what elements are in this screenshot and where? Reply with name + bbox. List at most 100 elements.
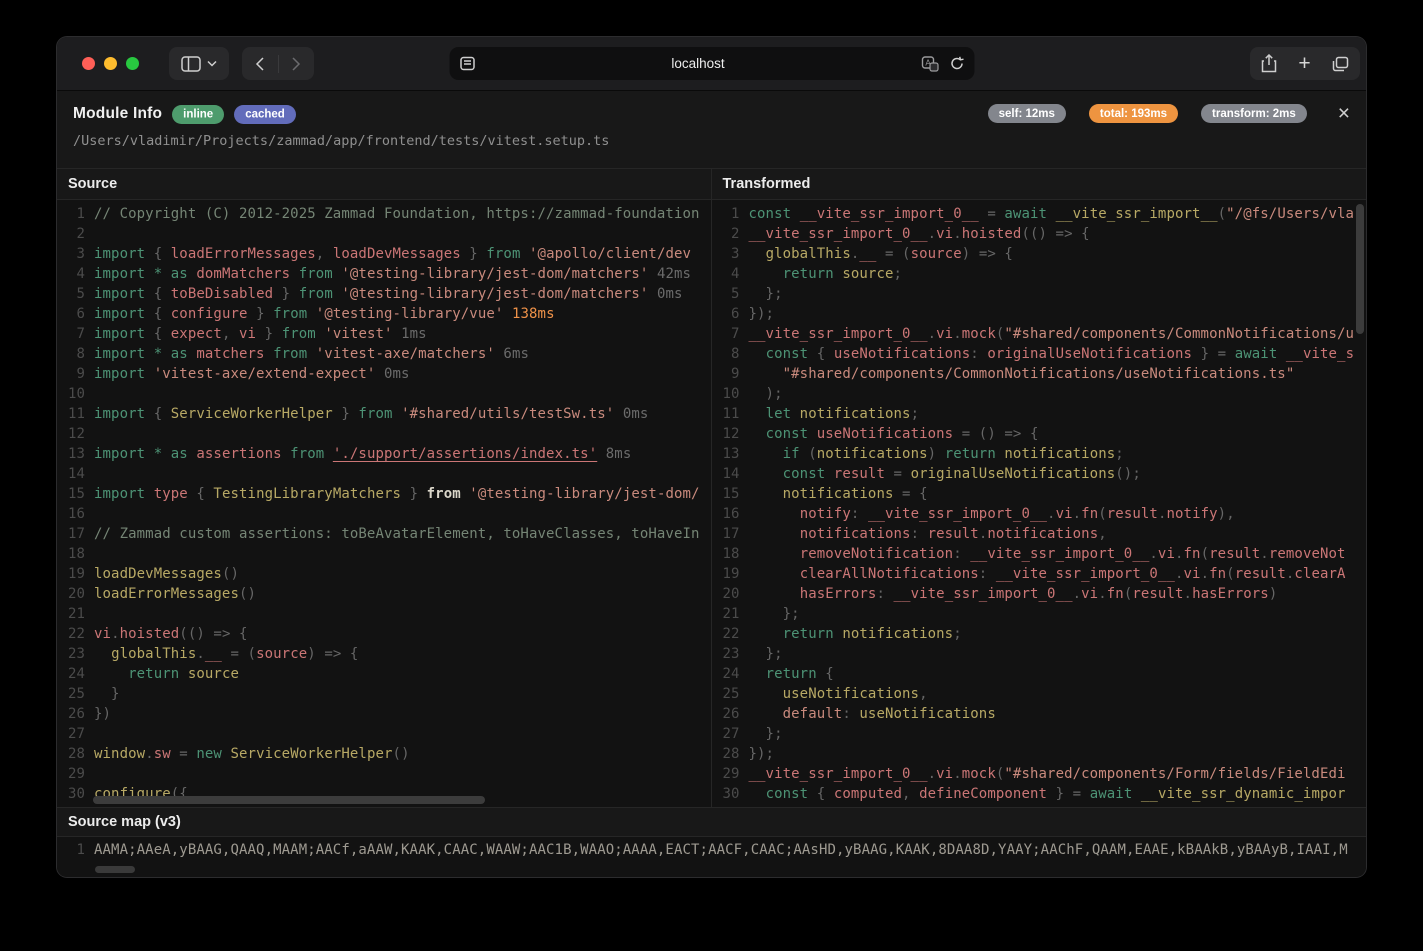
code-token: originalUseNotifications [987, 346, 1192, 362]
code-token: from [427, 486, 461, 502]
reload-icon[interactable] [949, 56, 964, 71]
code-token: vi [936, 766, 953, 782]
code-token: const [766, 346, 809, 362]
code-token: . [196, 646, 205, 662]
tab-overview-button[interactable] [1332, 56, 1349, 72]
code-line: 23 globalThis.__ = (source) => { [57, 644, 711, 664]
line-number: 24 [57, 664, 85, 684]
code-token: ) => { [307, 646, 358, 662]
code-token: { [808, 786, 834, 802]
code-token: } = [1047, 786, 1090, 802]
code-token: }; [749, 286, 783, 302]
line-number: 22 [712, 624, 740, 644]
line-number: 11 [57, 404, 85, 424]
code-token: . [1098, 586, 1107, 602]
code-token: . [1184, 586, 1193, 602]
toolbar-right-buttons: + [1250, 47, 1360, 80]
code-token: : [876, 586, 893, 602]
page-format-icon[interactable] [459, 56, 475, 71]
code-line: 23 }; [712, 644, 1367, 664]
code-line: 4import * as domMatchers from '@testing-… [57, 264, 711, 284]
code-token: : [851, 506, 868, 522]
code-token: : [979, 566, 996, 582]
code-line: 9import 'vitest-axe/extend-expect' 0ms [57, 364, 711, 384]
code-token: = () => { [953, 426, 1038, 442]
code-token: // Zammad custom assertions: toBeAvatarE… [94, 526, 700, 542]
line-number: 7 [57, 324, 85, 344]
code-token: . [1201, 566, 1210, 582]
code-token: new [196, 746, 222, 762]
code-line: 6import { configure } from '@testing-lib… [57, 304, 711, 324]
code-token: default [783, 706, 843, 722]
code-token: return [945, 446, 996, 462]
code-line: 5 }; [712, 284, 1367, 304]
code-token: vi [936, 326, 953, 342]
translate-icon[interactable]: A [921, 56, 939, 72]
code-token: . [953, 766, 962, 782]
code-token: . [1175, 566, 1184, 582]
code-line: 2 [57, 224, 711, 244]
code-token: ( [800, 446, 817, 462]
code-line: 15 notifications = { [712, 484, 1367, 504]
sidebar-toggle-button[interactable] [169, 47, 229, 80]
close-window-button[interactable] [82, 57, 95, 70]
code-token: } = [1192, 346, 1235, 362]
back-button[interactable] [242, 47, 278, 80]
code-token [749, 246, 766, 262]
line-number: 1 [57, 837, 85, 864]
minimize-window-button[interactable] [104, 57, 117, 70]
close-panel-button[interactable]: × [1338, 103, 1350, 124]
source-code-area: 1// Copyright (C) 2012-2025 Zammad Found… [57, 200, 711, 807]
zoom-window-button[interactable] [126, 57, 139, 70]
line-number: 17 [712, 524, 740, 544]
code-line: 12 [57, 424, 711, 444]
code-token: result [1235, 566, 1286, 582]
code-token: import [94, 306, 145, 322]
code-token: : [842, 706, 859, 722]
code-token: configure [171, 306, 248, 322]
code-token: from [358, 406, 392, 422]
new-tab-button[interactable]: + [1298, 53, 1310, 74]
code-line: 30 const { computed, defineComponent } =… [712, 784, 1367, 804]
code-token: "#shared/components/CommonNotifications/… [1004, 326, 1354, 342]
share-button[interactable] [1261, 54, 1277, 73]
code-token: __vite_ssr_import_0__ [894, 586, 1073, 602]
code-token: __vite_ssr_dynamic_impor [1132, 786, 1345, 802]
line-number: 13 [57, 444, 85, 464]
source-panel-title: Source [57, 169, 711, 200]
horizontal-scrollbar[interactable] [95, 866, 135, 873]
vertical-scrollbar[interactable] [1356, 204, 1364, 334]
line-number: 1 [712, 204, 740, 224]
url-text: localhost [475, 56, 921, 71]
code-token: = { [894, 486, 928, 502]
code-token: await [1235, 346, 1278, 362]
code-token: const [766, 786, 809, 802]
code-token: const [766, 426, 809, 442]
code-token: '@testing-library/jest-dom/ [461, 486, 700, 502]
code-token: { [808, 346, 834, 362]
code-token: result [825, 466, 885, 482]
code-line: 26 default: useNotifications [712, 704, 1367, 724]
code-line: 29 [57, 764, 711, 784]
source-panel: Source 1// Copyright (C) 2012-2025 Zamma… [57, 169, 712, 807]
line-number: 30 [57, 784, 85, 804]
forward-button[interactable] [278, 47, 314, 80]
module-link[interactable]: './support/assertions/index.ts' [333, 446, 597, 462]
code-token: from [265, 346, 316, 362]
code-token: , [919, 686, 928, 702]
code-token: ServiceWorkerHelper [171, 406, 333, 422]
code-token: notify [800, 506, 851, 522]
code-token: __vite_s [1277, 346, 1354, 362]
code-token [749, 506, 800, 522]
timing-badge: transform: 2ms [1201, 104, 1307, 123]
code-token: } [256, 326, 282, 342]
code-token: } [94, 686, 120, 702]
code-line: 18 removeNotification: __vite_ssr_import… [712, 544, 1367, 564]
code-token: (() => { [1021, 226, 1089, 242]
code-token: notify [1166, 506, 1217, 522]
horizontal-scrollbar[interactable] [93, 796, 485, 804]
code-token: ) [928, 446, 945, 462]
code-line: 29__vite_ssr_import_0__.vi.mock("#shared… [712, 764, 1367, 784]
address-bar[interactable]: localhost A [449, 47, 974, 80]
code-token: fn [1081, 506, 1098, 522]
